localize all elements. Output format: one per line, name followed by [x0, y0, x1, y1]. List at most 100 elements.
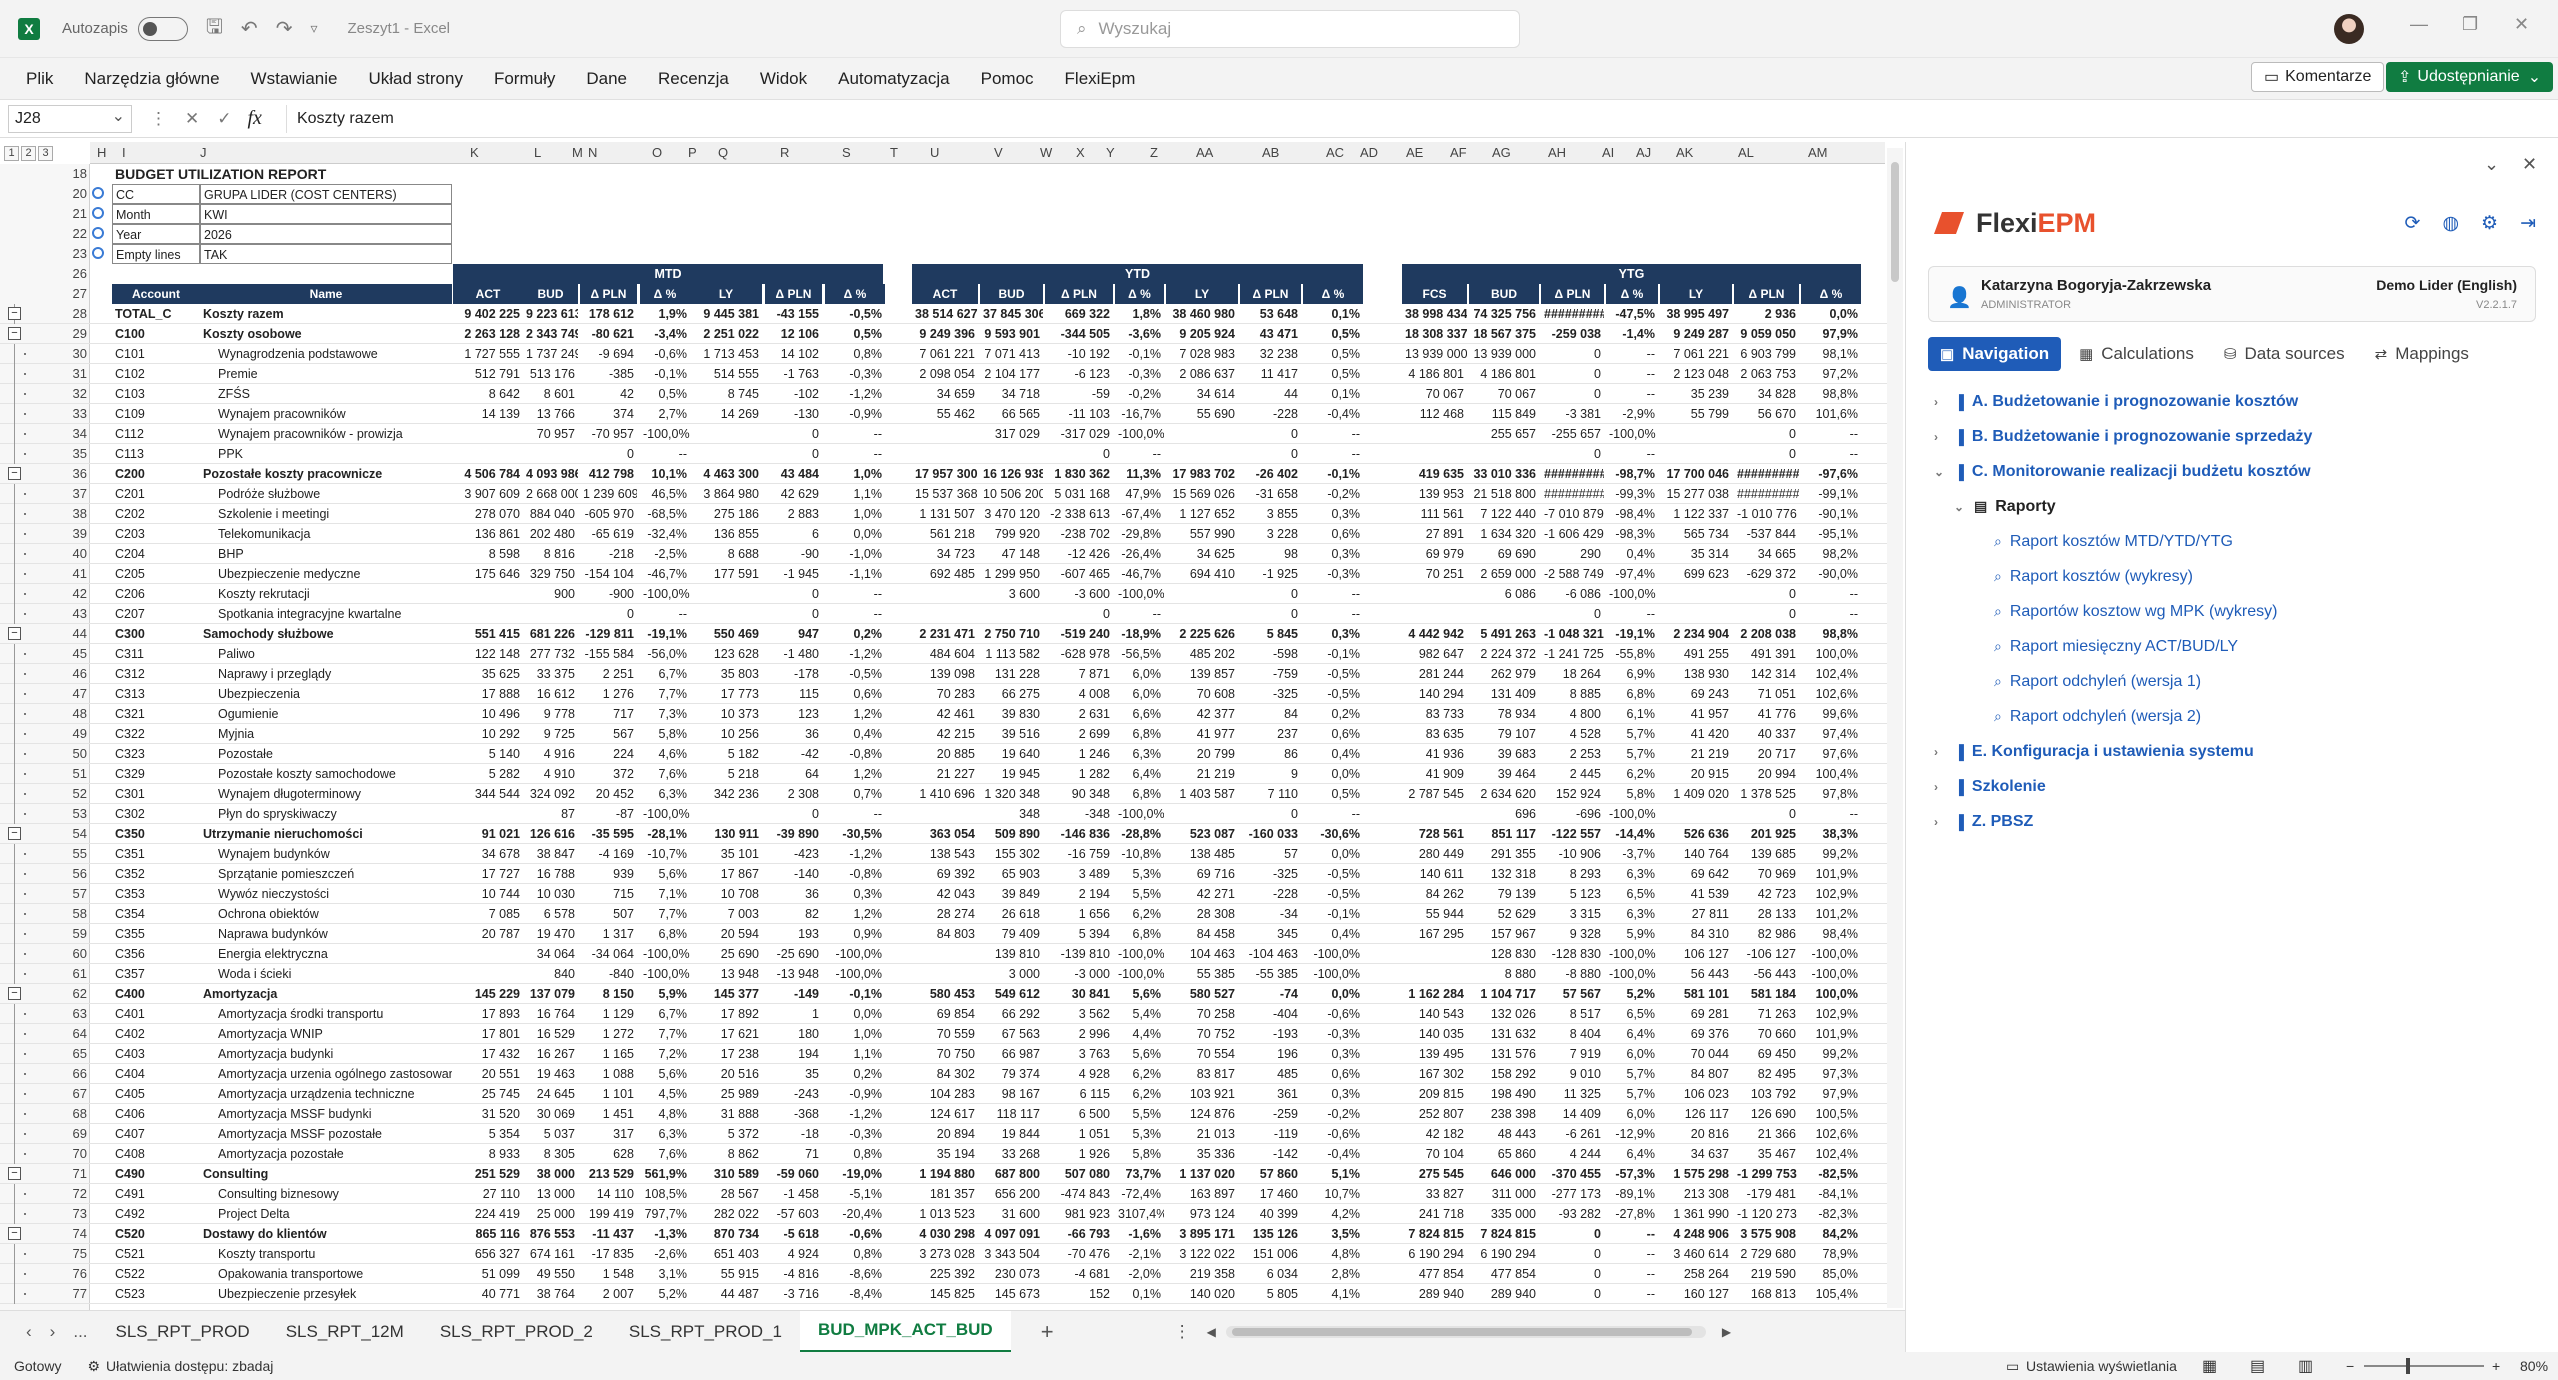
value-cell[interactable]: 85,0% [1801, 1264, 1861, 1284]
value-cell[interactable]: 112 468 [1402, 404, 1467, 424]
tree-item[interactable]: › ▐ Z. PBSZ [1906, 804, 2558, 839]
value-cell[interactable]: -65 619 [580, 524, 637, 544]
account-code[interactable]: C523 [112, 1284, 200, 1304]
value-cell[interactable]: 35 101 [690, 844, 762, 864]
value-cell[interactable]: -474 843 [1045, 1184, 1113, 1204]
value-cell[interactable]: 9 223 613 [523, 304, 578, 324]
value-column-header[interactable]: ACT [453, 284, 523, 304]
value-cell[interactable]: -- [640, 444, 690, 464]
account-code[interactable]: C356 [112, 944, 200, 964]
value-cell[interactable]: 5,6% [640, 864, 690, 884]
value-cell[interactable]: 20 994 [1734, 764, 1799, 784]
row-number[interactable]: 31 [62, 364, 90, 384]
value-cell[interactable]: 37 845 306 [980, 304, 1043, 324]
value-cell[interactable]: 3 122 022 [1166, 1244, 1238, 1264]
page-layout-view-icon[interactable]: ▤ [2250, 1356, 2265, 1376]
value-cell[interactable]: 84 458 [1166, 924, 1238, 944]
value-cell[interactable] [690, 584, 762, 604]
value-cell[interactable]: 6,7% [640, 664, 690, 684]
value-cell[interactable]: -259 [1240, 1104, 1301, 1124]
value-cell[interactable]: 0,9% [825, 924, 885, 944]
value-cell[interactable]: 8 880 [1469, 964, 1539, 984]
account-code[interactable]: C406 [112, 1104, 200, 1124]
value-cell[interactable]: -0,5% [1303, 684, 1363, 704]
value-cell[interactable]: 100,5% [1801, 1104, 1861, 1124]
value-cell[interactable]: 4 442 942 [1402, 624, 1467, 644]
value-cell[interactable]: 8 598 [453, 544, 523, 564]
column-header[interactable]: H [97, 145, 106, 160]
value-cell[interactable]: 83 817 [1166, 1064, 1238, 1084]
value-cell[interactable]: 6 578 [523, 904, 578, 924]
value-cell[interactable]: 34 828 [1734, 384, 1799, 404]
value-cell[interactable]: 251 529 [453, 1164, 523, 1184]
value-cell[interactable]: 526 636 [1660, 824, 1732, 844]
value-cell[interactable]: -1 120 273 [1734, 1204, 1799, 1224]
value-cell[interactable]: -4 169 [580, 844, 637, 864]
value-cell[interactable] [453, 584, 523, 604]
row-number[interactable]: 39 [62, 524, 90, 544]
value-cell[interactable]: 79 409 [980, 924, 1043, 944]
value-cell[interactable]: 0,5% [1303, 784, 1363, 804]
refresh-icon[interactable]: ⟳ [2405, 212, 2421, 235]
value-cell[interactable] [690, 444, 762, 464]
value-cell[interactable]: 7,7% [640, 1024, 690, 1044]
outline-collapse-button[interactable]: − [8, 467, 21, 480]
value-cell[interactable]: 0 [765, 444, 822, 464]
value-cell[interactable]: 1,2% [825, 764, 885, 784]
value-cell[interactable]: 3 600 [980, 584, 1043, 604]
value-cell[interactable]: 8 688 [690, 544, 762, 564]
tree-item[interactable]: ⌕ Raportów kosztow wg MPK (wykresy) [1906, 594, 2558, 629]
value-cell[interactable]: 224 419 [453, 1204, 523, 1224]
account-code[interactable]: C522 [112, 1264, 200, 1284]
value-cell[interactable]: -- [1801, 444, 1861, 464]
value-cell[interactable]: -149 [765, 984, 822, 1004]
value-cell[interactable]: 4,6% [640, 744, 690, 764]
value-cell[interactable]: 2 659 000 [1469, 564, 1539, 584]
value-cell[interactable]: -3 716 [765, 1284, 822, 1304]
value-cell[interactable]: 64 [765, 764, 822, 784]
value-cell[interactable]: 102,9% [1801, 1004, 1861, 1024]
tree-item[interactable]: › ▐ B. Budżetowanie i prognozowanie sprzed… [1906, 419, 2558, 454]
value-cell[interactable]: 0 [1541, 384, 1604, 404]
value-cell[interactable]: 561 218 [912, 524, 978, 544]
value-cell[interactable]: -628 978 [1045, 644, 1113, 664]
zoom-in-icon[interactable]: + [2492, 1358, 2500, 1374]
value-cell[interactable]: 669 322 [1045, 304, 1113, 324]
value-cell[interactable]: -1,2% [825, 1104, 885, 1124]
value-cell[interactable]: 13 939 000 [1402, 344, 1467, 364]
value-cell[interactable]: 8 862 [690, 1144, 762, 1164]
value-cell[interactable]: 10 292 [453, 724, 523, 744]
account-code[interactable]: C404 [112, 1064, 200, 1084]
value-cell[interactable]: 275 545 [1402, 1164, 1467, 1184]
value-cell[interactable]: 25 000 [523, 1204, 578, 1224]
account-name[interactable]: Płyn do spryskiwaczy [200, 804, 452, 824]
value-cell[interactable]: -228 [1240, 404, 1301, 424]
value-cell[interactable]: 0 [1541, 1264, 1604, 1284]
value-cell[interactable]: 131 576 [1469, 1044, 1539, 1064]
value-cell[interactable]: 19 470 [523, 924, 578, 944]
outline-collapse-button[interactable]: − [8, 1167, 21, 1180]
value-cell[interactable]: 6,0% [1115, 664, 1164, 684]
value-cell[interactable]: 5,9% [1606, 924, 1658, 944]
value-cell[interactable]: 277 732 [523, 644, 578, 664]
value-cell[interactable]: -100,0% [640, 964, 690, 984]
filter-value[interactable]: GRUPA LIDER (COST CENTERS) [200, 184, 452, 204]
account-code[interactable]: C353 [112, 884, 200, 904]
value-cell[interactable]: 66 292 [980, 1004, 1043, 1024]
value-column-header[interactable]: Δ % [1115, 284, 1164, 304]
value-cell[interactable]: 70 251 [1402, 564, 1467, 584]
value-cell[interactable]: -100,0% [1303, 944, 1363, 964]
filter-label[interactable]: CC [112, 184, 200, 204]
value-cell[interactable]: 16 764 [523, 1004, 578, 1024]
value-cell[interactable]: 20 799 [1166, 744, 1238, 764]
value-cell[interactable]: 71 [765, 1144, 822, 1164]
value-cell[interactable]: 5 845 [1240, 624, 1301, 644]
value-cell[interactable]: 374 [580, 404, 637, 424]
value-cell[interactable]: 0 [580, 604, 637, 624]
value-cell[interactable]: 97,3% [1801, 1064, 1861, 1084]
row-number[interactable]: 48 [62, 704, 90, 724]
account-name[interactable]: Woda i ścieki [200, 964, 452, 984]
value-cell[interactable]: -0,3% [1303, 1024, 1363, 1044]
value-cell[interactable]: 0,3% [1303, 1084, 1363, 1104]
row-number[interactable]: 33 [62, 404, 90, 424]
